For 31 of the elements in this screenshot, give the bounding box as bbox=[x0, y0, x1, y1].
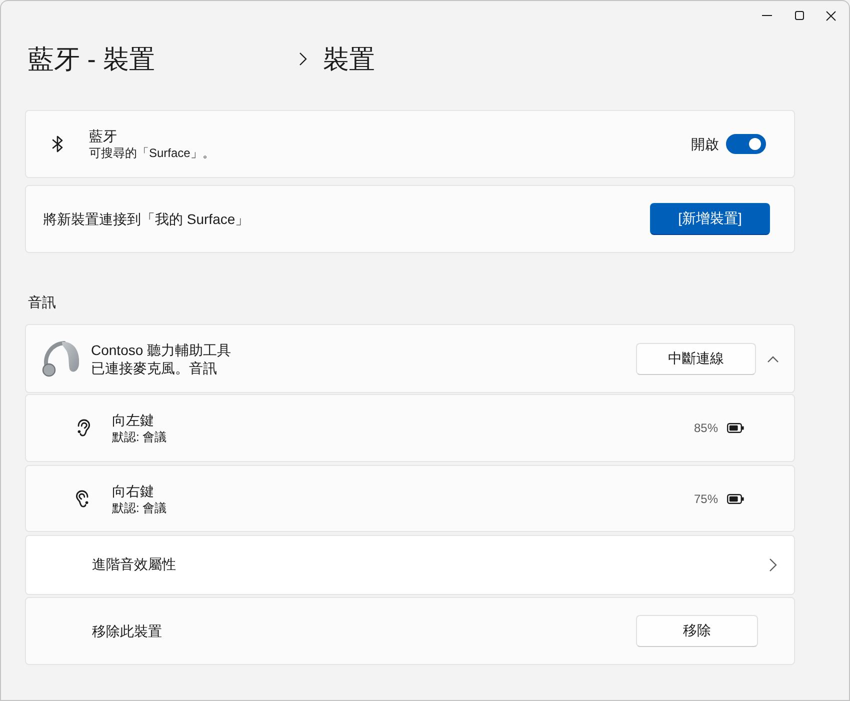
battery-percent: 75% bbox=[694, 490, 718, 506]
remove-button[interactable]: 移除 bbox=[636, 615, 758, 647]
toggle-switch[interactable] bbox=[726, 134, 766, 154]
bluetooth-title: 藍牙 bbox=[89, 127, 118, 145]
ear-icon bbox=[76, 419, 90, 437]
earpiece-preset: 默認: 會議 bbox=[112, 429, 168, 445]
battery-icon bbox=[727, 494, 744, 504]
battery-percent: 85% bbox=[694, 420, 718, 436]
earpiece-name: 向左鍵 bbox=[112, 411, 155, 429]
battery-icon bbox=[727, 423, 744, 433]
advanced-audio-link[interactable]: 進階音效屬性 bbox=[25, 535, 795, 595]
device-name: Contoso 聽力輔助工具 bbox=[91, 340, 232, 358]
bluetooth-subtitle: 可搜尋的「Surface」。 bbox=[89, 145, 216, 161]
page-title: 裝置 bbox=[323, 43, 375, 76]
hearing-aid-icon bbox=[40, 340, 80, 377]
breadcrumb-link[interactable]: 藍牙 - 裝置 bbox=[28, 41, 293, 77]
section-title: 音訊 bbox=[27, 293, 57, 312]
chevron-right-icon bbox=[299, 52, 307, 66]
earpiece-preset: 默認: 會議 bbox=[112, 500, 168, 516]
close-icon[interactable] bbox=[826, 10, 836, 20]
device-status: 已連接麥克風。音訊 bbox=[91, 358, 218, 376]
maximize-icon[interactable] bbox=[794, 11, 804, 20]
chevron-icon[interactable] bbox=[767, 354, 779, 362]
ear-icon bbox=[76, 490, 90, 508]
toggle-state-label: 開啟 bbox=[691, 135, 719, 154]
earpiece-name: 向右鍵 bbox=[112, 482, 155, 500]
chevron-right-icon bbox=[769, 558, 777, 572]
add-device-button[interactable]: [新增裝置] bbox=[650, 203, 770, 235]
disconnect-button[interactable]: 中斷連線 bbox=[636, 342, 756, 374]
remove-device-label: 移除此裝置 bbox=[92, 622, 163, 641]
add-device-label: 將新裝置連接到「我的 Surface」 bbox=[43, 210, 250, 229]
